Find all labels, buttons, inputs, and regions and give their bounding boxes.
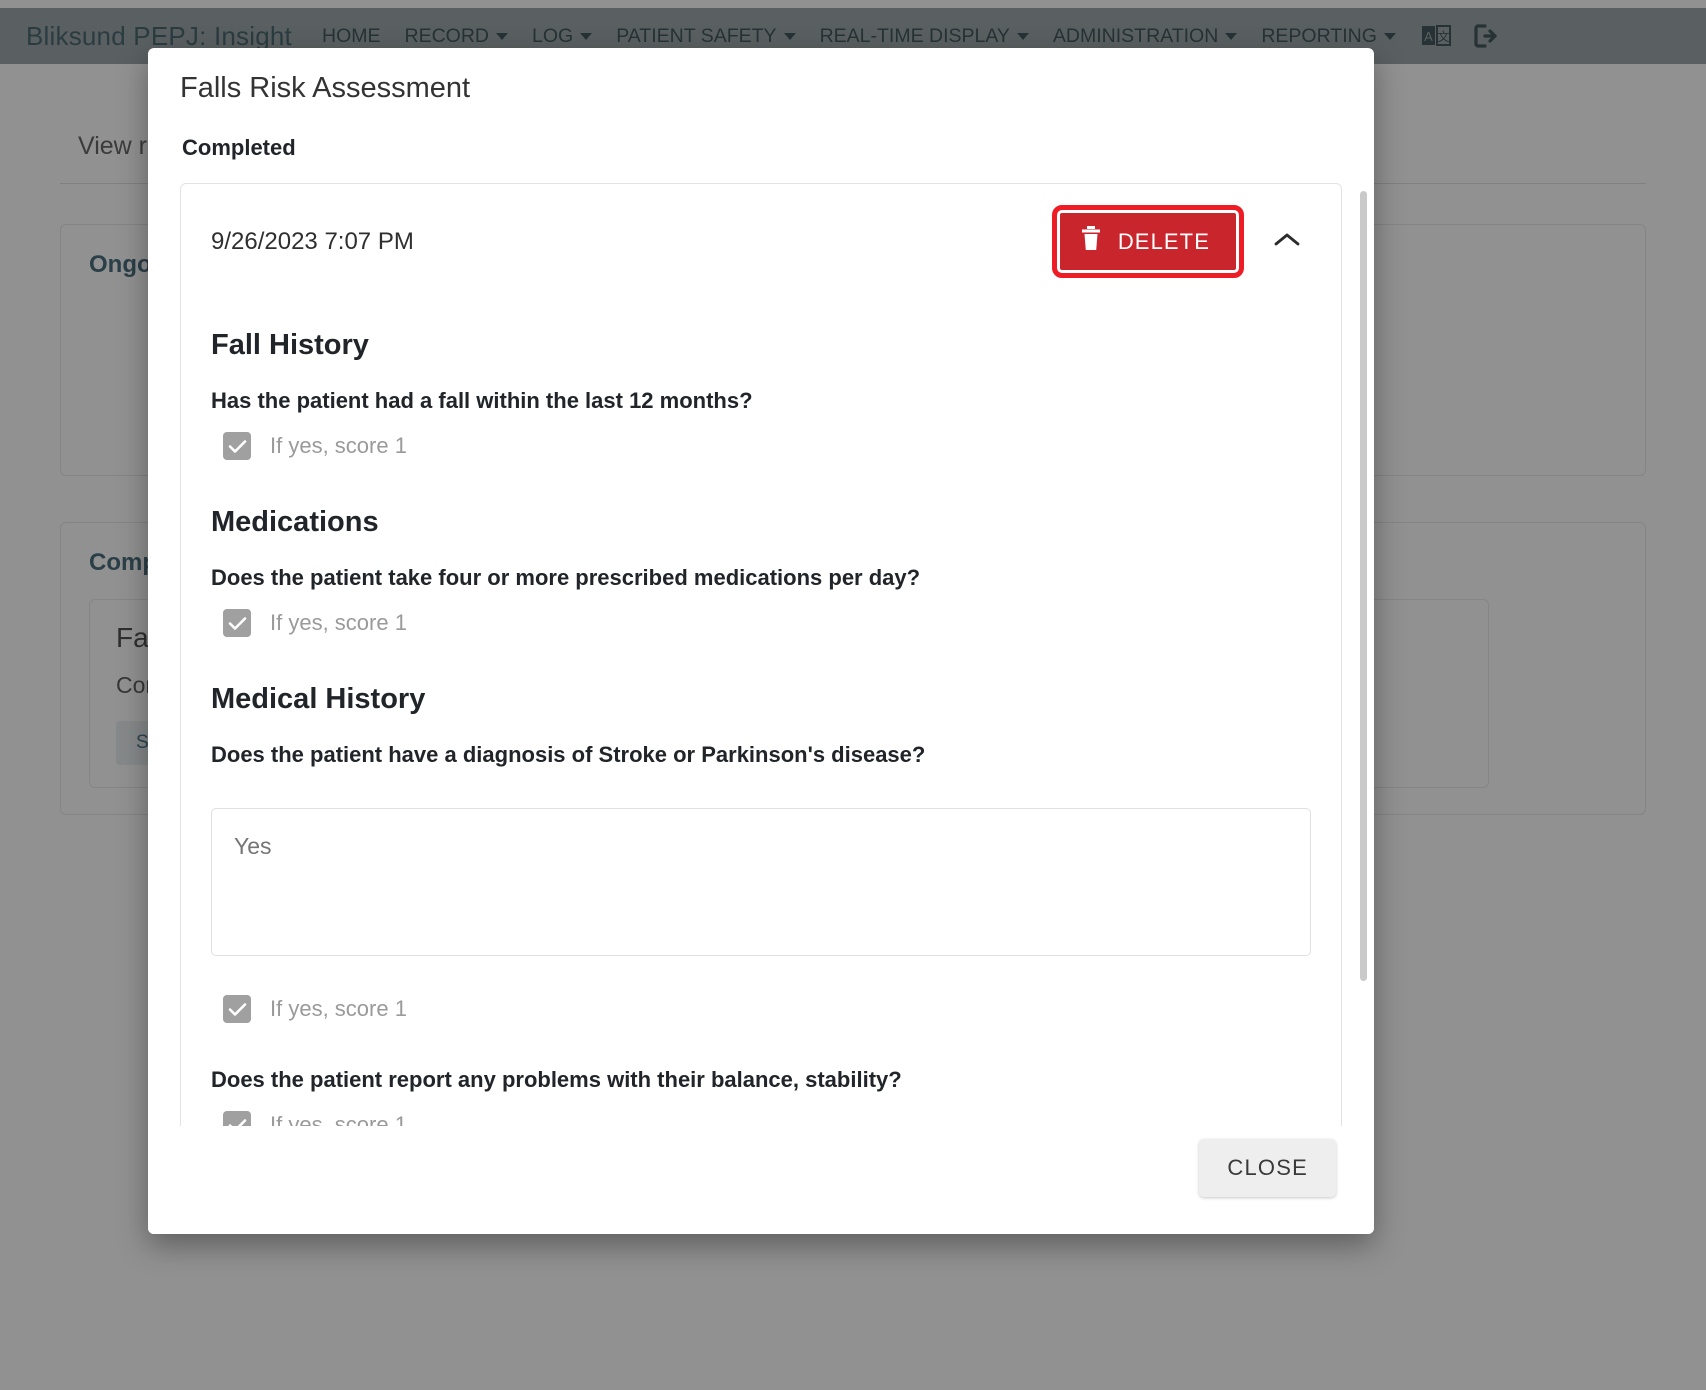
modal-footer: CLOSE (148, 1126, 1374, 1234)
checkbox-checked-icon[interactable] (223, 432, 251, 460)
modal-scroll-area[interactable]: Completed 9/26/2023 7:07 PM DELETE Fall … (148, 113, 1374, 1126)
checkbox-label: If yes, score 1 (270, 610, 407, 635)
page-root: View rec Ongoing Comple Falls Comp SHOW … (0, 0, 1706, 1390)
assessment-card-header: 9/26/2023 7:07 PM DELETE (211, 184, 1311, 283)
collapse-toggle-button[interactable] (1263, 225, 1311, 258)
assessment-card: 9/26/2023 7:07 PM DELETE Fall History Ha… (180, 183, 1342, 1126)
modal-scrollbar-thumb[interactable] (1360, 191, 1367, 981)
checkbox-checked-icon[interactable] (223, 609, 251, 637)
assessment-card-actions: DELETE (1051, 205, 1311, 278)
delete-button-label: DELETE (1117, 228, 1210, 254)
score-checkbox-row[interactable]: If yes, score 1 (223, 432, 1311, 460)
falls-risk-assessment-modal: Falls Risk Assessment Completed 9/26/202… (148, 48, 1374, 1234)
section-heading-medications: Medications (211, 506, 379, 538)
modal-title: Falls Risk Assessment (180, 72, 471, 104)
trash-icon (1080, 226, 1102, 257)
checkbox-checked-icon[interactable] (223, 995, 251, 1023)
status-label: Completed (182, 135, 296, 160)
score-checkbox-row[interactable]: If yes, score 1 (223, 1111, 1311, 1126)
checkbox-label: If yes, score 1 (270, 996, 407, 1021)
checkbox-label: If yes, score 1 (270, 1112, 407, 1126)
question-text: Does the patient report any problems wit… (211, 1067, 902, 1092)
delete-button[interactable]: DELETE (1051, 205, 1245, 278)
checkbox-checked-icon[interactable] (223, 1111, 251, 1126)
diagnosis-answer-textarea[interactable] (211, 808, 1311, 956)
checkbox-label: If yes, score 1 (270, 433, 407, 458)
score-checkbox-row[interactable]: If yes, score 1 (223, 609, 1311, 637)
score-checkbox-row[interactable]: If yes, score 1 (223, 995, 1311, 1023)
close-button[interactable]: CLOSE (1199, 1139, 1336, 1197)
question-text: Has the patient had a fall within the la… (211, 388, 753, 413)
question-text: Does the patient have a diagnosis of Str… (211, 742, 926, 767)
chevron-up-icon (1273, 231, 1301, 252)
modal-scrollbar[interactable] (1360, 191, 1367, 1126)
section-heading-medical-history: Medical History (211, 683, 426, 715)
assessment-date: 9/26/2023 7:07 PM (211, 227, 414, 255)
question-text: Does the patient take four or more presc… (211, 565, 921, 590)
section-heading-fall-history: Fall History (211, 329, 369, 361)
